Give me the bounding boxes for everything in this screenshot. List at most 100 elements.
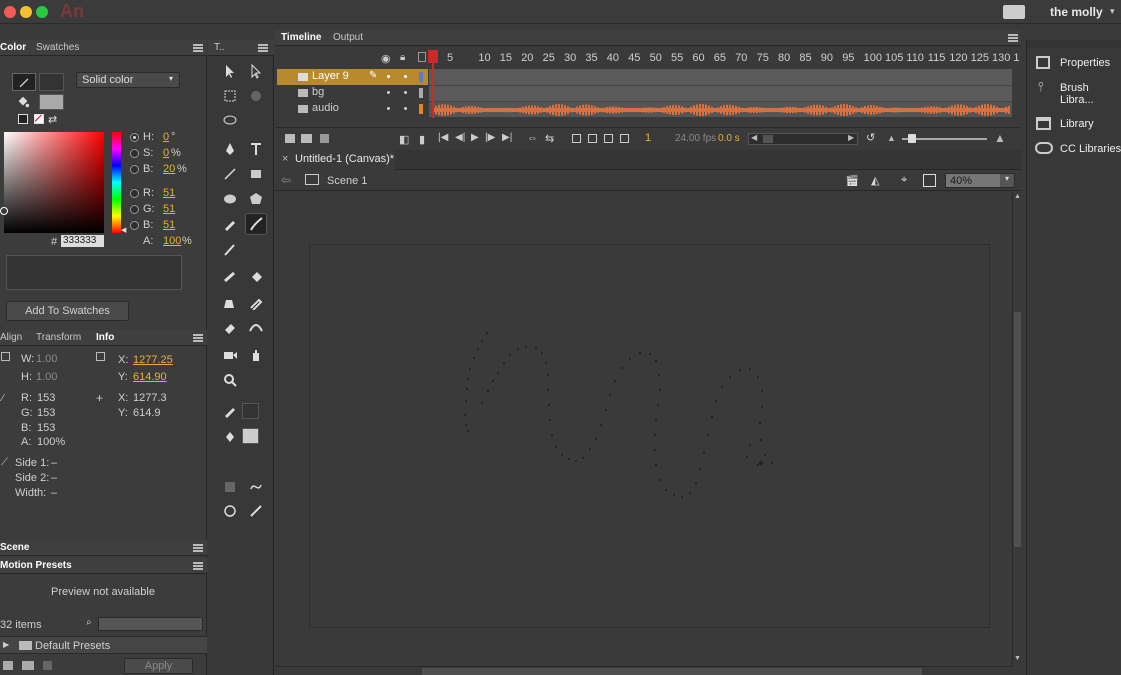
panel-menu-icon[interactable]	[193, 544, 203, 552]
zoom-select[interactable]: 40% ▾	[945, 173, 1015, 188]
frame-number[interactable]: 110	[906, 52, 924, 64]
frame-number[interactable]: 20	[521, 52, 533, 64]
delete-layer-icon[interactable]	[320, 134, 329, 143]
frame-number[interactable]: 105	[885, 52, 903, 64]
smooth-icon[interactable]	[245, 476, 267, 498]
oval-tool-icon[interactable]	[219, 188, 241, 210]
frame-number[interactable]: 60	[692, 52, 704, 64]
zoom-in-timeline-icon[interactable]: ▲	[994, 131, 1006, 145]
tools-collapse-icon[interactable]: T..	[214, 42, 225, 53]
fill-type-select[interactable]: Solid color ▾	[76, 72, 180, 88]
panel-menu-icon[interactable]	[193, 334, 203, 342]
layer-name[interactable]: audio	[312, 102, 339, 114]
fill-color-tool-icon[interactable]	[219, 425, 241, 447]
no-color-icon[interactable]	[34, 114, 44, 124]
scroll-thumb[interactable]	[1014, 312, 1021, 547]
brush-size-icon[interactable]	[245, 500, 267, 522]
layer-row-layer-9[interactable]: Layer 9 ✎	[277, 69, 428, 85]
step-back-icon[interactable]: ◀|	[455, 132, 465, 143]
height-value[interactable]: 1.00	[36, 371, 57, 383]
lasso-tool-icon[interactable]	[219, 110, 241, 132]
edit-scene-icon[interactable]: 🎬︎	[845, 174, 859, 187]
outline-all-icon[interactable]	[418, 52, 426, 62]
scroll-left-icon[interactable]: ◀	[751, 133, 757, 142]
color-picker-field[interactable]	[0, 132, 104, 233]
frame-number[interactable]: 30	[564, 52, 576, 64]
radio-red[interactable]	[130, 189, 139, 198]
step-forward-icon[interactable]: |▶	[485, 132, 495, 143]
stroke-color-swatch[interactable]	[12, 73, 36, 91]
swap-colors-icon[interactable]: ⇄	[48, 113, 57, 126]
frame-number[interactable]: 80	[778, 52, 790, 64]
green-value[interactable]: 51	[163, 203, 175, 215]
frame-track-audio[interactable]	[429, 101, 1012, 117]
horizontal-scrollbar[interactable]	[275, 666, 1012, 675]
camera-icon[interactable]: ◧	[399, 133, 409, 146]
radio-saturation[interactable]	[130, 149, 139, 158]
scroll-down-icon[interactable]: ▼	[1014, 655, 1021, 662]
presets-search-input[interactable]	[98, 617, 203, 631]
elapsed-time[interactable]: 0.0 s	[718, 133, 740, 144]
hex-input[interactable]: 333333	[61, 235, 104, 247]
polystar-tool-icon[interactable]	[245, 188, 267, 210]
3d-rotation-tool-icon[interactable]	[245, 85, 267, 107]
scroll-right-icon[interactable]: ▶	[848, 133, 854, 142]
brush-mode-icon[interactable]	[219, 500, 241, 522]
frame-number[interactable]: 95	[842, 52, 854, 64]
brightness-value[interactable]: 20	[163, 163, 175, 175]
subselection-tool-icon[interactable]	[245, 60, 267, 82]
color-picker-handle[interactable]	[0, 207, 8, 215]
frame-number[interactable]: 5	[447, 52, 453, 64]
lock-all-icon[interactable]: 🔒︎	[400, 52, 405, 63]
minimize-window-button[interactable]	[20, 6, 32, 18]
frame-number[interactable]: 25	[543, 52, 555, 64]
edit-symbol-icon[interactable]: ◭	[871, 174, 879, 187]
panel-menu-icon[interactable]	[258, 44, 268, 52]
fill-color-chip[interactable]	[39, 94, 64, 110]
hue-value[interactable]: 0	[163, 131, 169, 143]
dock-grip[interactable]	[1027, 40, 1121, 48]
frame-number[interactable]: 90	[821, 52, 833, 64]
tab-align[interactable]: Align	[0, 332, 22, 343]
vertical-scrollbar[interactable]: ▲ ▼	[1012, 192, 1021, 666]
new-preset-icon[interactable]	[3, 661, 13, 670]
frame-number[interactable]: 85	[799, 52, 811, 64]
frame-track-bg[interactable]	[429, 85, 1012, 101]
radio-hue[interactable]	[130, 133, 139, 142]
frame-number[interactable]: 45	[628, 52, 640, 64]
clip-to-stage-icon[interactable]	[923, 174, 936, 187]
layer-row-audio[interactable]: audio	[277, 101, 428, 117]
frame-number[interactable]: 115	[928, 52, 946, 64]
frame-number[interactable]: 125	[971, 52, 989, 64]
modify-markers-icon[interactable]	[620, 134, 629, 143]
frame-number[interactable]: 1	[1013, 52, 1019, 64]
layer-row-bg[interactable]: bg	[277, 85, 428, 101]
hue-slider-handle[interactable]: ◀	[121, 226, 126, 234]
reset-zoom-icon[interactable]: ↺	[866, 131, 875, 144]
trash-icon[interactable]	[43, 661, 52, 670]
zoom-slider-handle[interactable]	[908, 134, 916, 143]
last-frame-icon[interactable]: ▶|	[502, 132, 512, 143]
lock-dot[interactable]	[404, 107, 407, 110]
scene-breadcrumb[interactable]: Scene 1	[327, 175, 367, 187]
width-tool-icon[interactable]	[245, 316, 267, 338]
tab-info[interactable]: Info	[96, 332, 114, 343]
paint-brush-tool-icon[interactable]	[245, 213, 267, 235]
zoom-tool-icon[interactable]	[219, 369, 241, 391]
show-hide-all-icon[interactable]: ◉	[381, 52, 391, 65]
pencil-tool-icon[interactable]	[219, 213, 241, 235]
panel-properties[interactable]: Properties	[1027, 53, 1121, 73]
panel-cc-libraries[interactable]: CC Libraries	[1027, 139, 1121, 159]
playhead-handle[interactable]	[428, 50, 438, 63]
alpha-value[interactable]: 100	[163, 235, 181, 247]
frame-number[interactable]: 100	[864, 52, 882, 64]
ink-bottle-tool-icon[interactable]	[219, 291, 241, 313]
preset-folder-row[interactable]: ▶ Default Presets	[0, 636, 207, 654]
scroll-up-icon[interactable]: ▲	[1014, 193, 1021, 200]
onion-skin-icon[interactable]	[572, 134, 581, 143]
rectangle-tool-icon[interactable]	[245, 163, 267, 185]
play-icon[interactable]: ▶	[471, 132, 479, 143]
panel-brush-library[interactable]: ⫯ Brush Libra...	[1027, 78, 1121, 106]
layer-color-marker[interactable]	[419, 72, 423, 82]
center-frame-icon[interactable]: ⇔	[527, 132, 538, 144]
